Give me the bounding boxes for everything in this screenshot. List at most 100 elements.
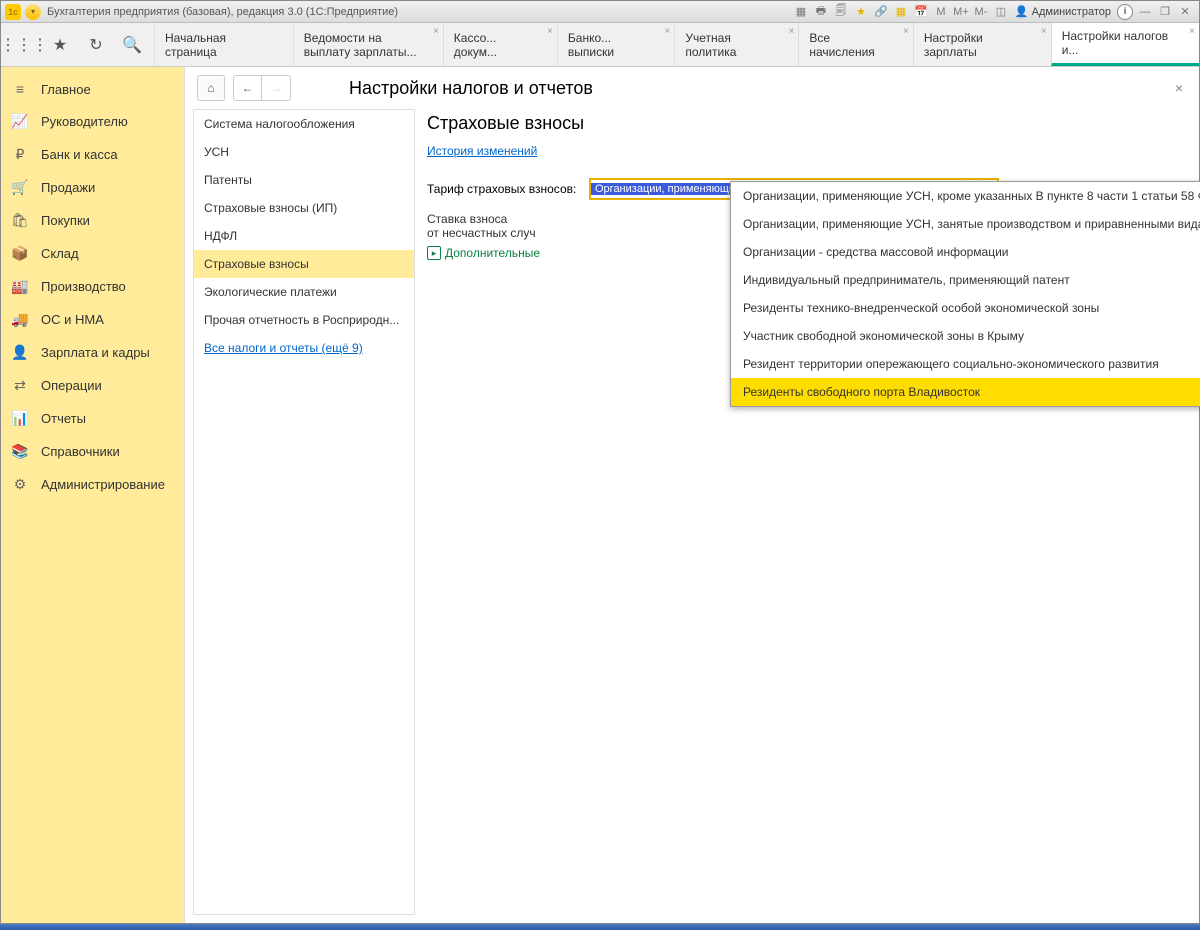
- tariff-label: Тариф страховых взносов:: [427, 182, 583, 196]
- sidebar-icon: 🛒: [11, 179, 29, 196]
- apps-icon[interactable]: ⋮⋮⋮: [15, 36, 33, 54]
- sidebar-label: Склад: [41, 246, 79, 261]
- sidebar-icon: 📦: [11, 245, 29, 262]
- sidebar-label: Отчеты: [41, 411, 86, 426]
- history-link[interactable]: История изменений: [427, 144, 537, 158]
- section-item[interactable]: Патенты: [194, 166, 414, 194]
- tab-close-icon[interactable]: ×: [1041, 26, 1047, 37]
- additional-label: Дополнительные: [445, 246, 540, 260]
- sidebar-label: Главное: [41, 82, 91, 97]
- sidebar-item-1[interactable]: 📈Руководителю: [1, 105, 184, 138]
- sidebar-label: Операции: [41, 378, 102, 393]
- main: ⌂ ← → Настройки налогов и отчетов × Сист…: [185, 67, 1199, 923]
- sidebar-item-8[interactable]: 👤Зарплата и кадры: [1, 336, 184, 369]
- sidebar-item-11[interactable]: 📚Справочники: [1, 435, 184, 468]
- tab-label: Настройки зарплаты: [924, 31, 1029, 59]
- section-item[interactable]: НДФЛ: [194, 222, 414, 250]
- star-icon[interactable]: ★: [852, 4, 870, 20]
- dropdown-item[interactable]: Участник свободной экономической зоны в …: [731, 322, 1200, 350]
- additional-toggle[interactable]: ▸ Дополнительные: [427, 246, 540, 260]
- history-icon[interactable]: ↻: [87, 36, 105, 54]
- window-title: Бухгалтерия предприятия (базовая), редак…: [47, 6, 791, 18]
- sidebar-item-6[interactable]: 🏭Производство: [1, 270, 184, 303]
- sidebar-item-10[interactable]: 📊 Отчеты: [1, 402, 184, 435]
- doc-icon[interactable]: 🗐: [832, 4, 850, 20]
- tab-close-icon[interactable]: ×: [903, 26, 909, 37]
- app-window: 1c ▾ Бухгалтерия предприятия (базовая), …: [0, 0, 1200, 924]
- body: ≡ Главное 📈Руководителю₽Банк и касса🛒Прода…: [1, 67, 1199, 923]
- back-button[interactable]: ←: [234, 76, 262, 100]
- toolbar-icon[interactable]: ▦: [792, 4, 810, 20]
- panel-icon[interactable]: ◫: [992, 4, 1010, 20]
- link-icon[interactable]: 🔗: [872, 4, 890, 20]
- mplus-icon[interactable]: M+: [952, 4, 970, 20]
- calc-icon[interactable]: ▦: [892, 4, 910, 20]
- mminus-icon[interactable]: M-: [972, 4, 990, 20]
- tabs-bar: ⋮⋮⋮ ★ ↻ 🔍 Начальная страница Ведомости на…: [1, 23, 1199, 67]
- m-icon[interactable]: M: [932, 4, 950, 20]
- section-item[interactable]: Прочая отчетность в Росприродн...: [194, 306, 414, 334]
- sidebar-icon: ≡: [11, 81, 29, 97]
- dropdown-icon[interactable]: ▾: [25, 4, 41, 20]
- dropdown-item[interactable]: Организации, применяющие УСН, занятые пр…: [731, 210, 1200, 238]
- sidebar-icon: ⚙: [11, 476, 29, 493]
- sidebar-icon: 📈: [11, 113, 29, 130]
- dropdown-item[interactable]: Резидент территории опережающего социаль…: [731, 350, 1200, 378]
- dropdown-item[interactable]: Организации - средства массовой информац…: [731, 238, 1200, 266]
- sections-more-link[interactable]: Все налоги и отчеты (ещё 9): [194, 334, 414, 362]
- tab-7[interactable]: Настройки налогов и...×: [1051, 23, 1199, 66]
- favorite-icon[interactable]: ★: [51, 36, 69, 54]
- tab-close-icon[interactable]: ×: [788, 26, 794, 37]
- tab-0[interactable]: Начальная страница: [154, 23, 293, 66]
- sidebar-icon: 👤: [11, 344, 29, 361]
- print-icon[interactable]: 🖶: [812, 4, 830, 20]
- sidebar-icon: ⇄: [11, 377, 29, 394]
- section-item[interactable]: Страховые взносы (ИП): [194, 194, 414, 222]
- sidebar: ≡ Главное 📈Руководителю₽Банк и касса🛒Прода…: [1, 67, 185, 923]
- dropdown-item[interactable]: Резиденты технико-внедренческой особой э…: [731, 294, 1200, 322]
- calendar-icon[interactable]: 📅: [912, 4, 930, 20]
- main-header: ⌂ ← → Настройки налогов и отчетов ×: [185, 67, 1199, 109]
- sidebar-icon: 🏭: [11, 278, 29, 295]
- sidebar-item-0[interactable]: ≡ Главное: [1, 73, 184, 105]
- tab-close-icon[interactable]: ×: [1189, 26, 1195, 37]
- tab-1[interactable]: Ведомости на выплату зарплаты...×: [293, 23, 443, 66]
- sidebar-item-2[interactable]: ₽Банк и касса: [1, 138, 184, 171]
- sidebar-item-3[interactable]: 🛒Продажи: [1, 171, 184, 204]
- section-item[interactable]: Страховые взносы: [194, 250, 414, 278]
- tab-close-icon[interactable]: ×: [547, 26, 553, 37]
- sidebar-icon: 📊: [11, 410, 29, 427]
- user-label[interactable]: 👤Администратор: [1015, 5, 1111, 18]
- forward-button[interactable]: →: [262, 76, 290, 100]
- page-close-button[interactable]: ×: [1171, 76, 1187, 100]
- tab-5[interactable]: Все начисления×: [798, 23, 913, 66]
- dropdown-item[interactable]: Организации, применяющие УСН, кроме указ…: [731, 182, 1200, 210]
- tab-close-icon[interactable]: ×: [433, 26, 439, 37]
- close-icon[interactable]: ✕: [1176, 4, 1194, 20]
- search-icon[interactable]: 🔍: [123, 36, 141, 54]
- dropdown-item[interactable]: Резиденты свободного порта Владивосток: [731, 378, 1200, 406]
- dropdown-item[interactable]: Индивидуальный предприниматель, применяю…: [731, 266, 1200, 294]
- tab-2[interactable]: Кассо... докум... ×: [443, 23, 557, 66]
- minimize-icon[interactable]: —: [1136, 4, 1154, 20]
- sidebar-item-5[interactable]: 📦 Склад: [1, 237, 184, 270]
- tab-close-icon[interactable]: ×: [665, 26, 671, 37]
- tab-6[interactable]: Настройки зарплаты ×: [913, 23, 1051, 66]
- expand-icon: ▸: [427, 246, 441, 260]
- sidebar-icon: ₽: [11, 146, 29, 163]
- sidebar-item-9[interactable]: ⇄ Операции: [1, 369, 184, 402]
- section-item[interactable]: Экологические платежи: [194, 278, 414, 306]
- home-button[interactable]: ⌂: [197, 75, 225, 101]
- section-item[interactable]: Система налогообложения: [194, 110, 414, 138]
- tab-4[interactable]: Учетная политика×: [674, 23, 798, 66]
- maximize-icon[interactable]: ❐: [1156, 4, 1174, 20]
- info-icon[interactable]: i: [1117, 4, 1133, 20]
- toolbar: ⋮⋮⋮ ★ ↻ 🔍: [1, 23, 154, 66]
- sidebar-item-12[interactable]: ⚙Администрирование: [1, 468, 184, 501]
- tab-label: Кассо... докум...: [454, 31, 535, 59]
- section-item[interactable]: УСН: [194, 138, 414, 166]
- tab-label: Начальная страница: [165, 31, 271, 59]
- tab-3[interactable]: Банко... выписки×: [557, 23, 675, 66]
- sidebar-item-7[interactable]: 🚚ОС и НМА: [1, 303, 184, 336]
- sidebar-item-4[interactable]: 🛍Покупки: [1, 204, 184, 237]
